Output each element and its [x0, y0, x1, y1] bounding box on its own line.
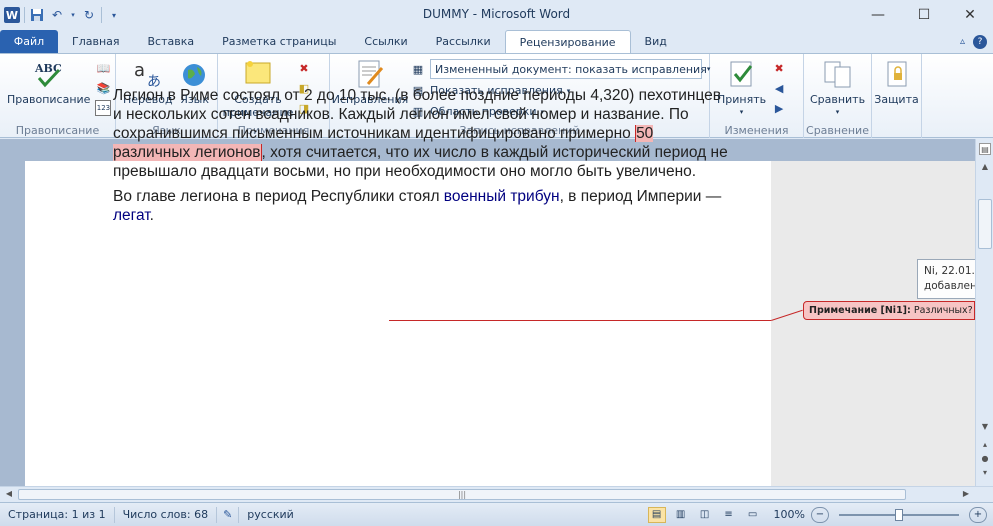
protect-button[interactable]: Защита	[871, 58, 921, 122]
display-for-review-select[interactable]: Измененный документ: показать исправлени…	[430, 59, 710, 79]
changes-small-buttons: ✖ ◀ ▶	[769, 58, 789, 122]
proofing-status[interactable]: ✎	[217, 506, 240, 523]
language-status[interactable]: русский	[239, 507, 302, 523]
tab-insert[interactable]: Вставка	[134, 30, 209, 53]
minimize-ribbon-icon[interactable]: ▵	[960, 36, 965, 47]
tab-home[interactable]: Главная	[58, 30, 134, 53]
tab-review[interactable]: Рецензирование	[504, 30, 631, 53]
redo-icon[interactable]: ↻	[81, 7, 97, 23]
full-screen-reading-icon[interactable]: ▥	[672, 507, 690, 523]
close-button[interactable]: ✕	[947, 0, 993, 30]
document-text[interactable]: Легион в Риме состоял от 2 до 10 тыс. (в…	[113, 86, 733, 231]
ruler-toggle-icon[interactable]: ▤	[979, 143, 991, 155]
display-for-review-icon: ▦	[412, 62, 424, 76]
page-count[interactable]: Страница: 1 из 1	[0, 506, 115, 523]
tab-mailings[interactable]: Рассылки	[422, 30, 505, 53]
markup-area	[771, 161, 975, 486]
qat-separator	[101, 7, 102, 23]
vertical-scrollbar[interactable]: ▤ ▲ ▼ ▴ ● ▾	[975, 139, 993, 486]
proofing-small-buttons: 📖 📚 123	[93, 58, 113, 122]
thesaurus-icon[interactable]: 📚	[95, 80, 111, 96]
group-compare: Сравнить ▾ Сравнение	[804, 54, 872, 138]
reject-icon[interactable]: ✖	[771, 60, 787, 76]
svg-text:a: a	[134, 60, 145, 81]
window-controls: — ☐ ✕	[855, 0, 993, 30]
quick-access-toolbar: W ↶ ▾ ↻ ▾	[0, 0, 122, 30]
status-bar-right: ▤ ▥ ◫ ≡ ▭ 100% − +	[647, 506, 993, 523]
tab-page-layout[interactable]: Разметка страницы	[208, 30, 350, 53]
comment-balloon[interactable]: Примечание [Ni1]: Различных?	[803, 301, 975, 320]
group-label-compare: Сравнение	[806, 124, 869, 137]
tab-references[interactable]: Ссылки	[350, 30, 421, 53]
compare-icon	[822, 58, 854, 90]
undo-icon[interactable]: ↶	[49, 7, 65, 23]
scroll-down-icon[interactable]: ▼	[979, 421, 991, 433]
previous-change-icon[interactable]: ◀	[771, 80, 787, 96]
group-proofing: ABC Правописание 📖 📚 123 Правописание	[0, 54, 116, 138]
ribbon-tab-right-controls: ▵ ?	[960, 30, 993, 53]
vertical-scroll-thumb[interactable]	[978, 199, 992, 249]
zoom-slider-knob[interactable]	[895, 508, 903, 521]
scroll-right-icon[interactable]: ▶	[960, 488, 972, 500]
proofing-check-icon: ✎	[223, 508, 233, 521]
display-for-review-row: ▦ Измененный документ: показать исправле…	[410, 59, 710, 79]
title-bar: W ↶ ▾ ↻ ▾ DUMMY - Microsoft Word — ☐ ✕	[0, 0, 993, 30]
save-icon[interactable]	[29, 7, 45, 23]
help-icon[interactable]: ?	[973, 34, 987, 49]
status-bar: Страница: 1 из 1 Число слов: 68 ✎ русски…	[0, 502, 993, 526]
zoom-slider[interactable]	[839, 508, 959, 521]
word-app-icon[interactable]: W	[4, 7, 20, 23]
horizontal-scrollbar[interactable]: ◀ ||| ▶	[0, 486, 993, 502]
next-page-icon[interactable]: ▾	[979, 467, 991, 479]
word-count[interactable]: Число слов: 68	[115, 506, 218, 523]
research-icon[interactable]: 📖	[95, 60, 111, 76]
accept-dropdown-icon: ▾	[739, 108, 744, 116]
spelling-icon: ABC	[33, 58, 65, 90]
tab-view[interactable]: Вид	[631, 30, 681, 53]
undo-dropdown-icon[interactable]: ▾	[69, 7, 77, 23]
protect-icon	[881, 58, 913, 90]
paragraph-2[interactable]: Во главе легиона в период Республики сто…	[113, 187, 733, 225]
group-protect: Защита	[872, 54, 922, 138]
delete-comment-icon[interactable]: ✖	[296, 60, 312, 76]
maximize-button[interactable]: ☐	[901, 0, 947, 30]
next-change-icon[interactable]: ▶	[771, 100, 787, 116]
legate-link[interactable]: легат	[113, 207, 150, 224]
paragraph-1[interactable]: Легион в Риме состоял от 2 до 10 тыс. (в…	[113, 86, 733, 181]
browse-object-icon[interactable]: ●	[979, 453, 991, 465]
previous-page-icon[interactable]: ▴	[979, 439, 991, 451]
zoom-level[interactable]: 100%	[774, 508, 805, 521]
military-tribune-link[interactable]: военный трибун	[444, 188, 560, 205]
web-layout-icon[interactable]: ◫	[696, 507, 714, 523]
qat-separator	[24, 7, 25, 23]
zoom-out-button[interactable]: −	[811, 506, 829, 523]
zoom-in-button[interactable]: +	[969, 506, 987, 523]
print-layout-view-icon[interactable]: ▤	[647, 506, 666, 523]
spelling-button[interactable]: ABC Правописание	[4, 58, 93, 122]
outline-view-icon[interactable]: ≡	[720, 507, 738, 523]
group-label-proofing: Правописание	[15, 124, 100, 137]
window-title: DUMMY - Microsoft Word	[422, 7, 571, 21]
compare-dropdown-icon: ▾	[835, 108, 840, 116]
compare-button[interactable]: Сравнить ▾	[807, 58, 868, 122]
customize-qat-icon[interactable]: ▾	[106, 7, 122, 23]
horizontal-scroll-thumb[interactable]: |||	[18, 489, 906, 500]
ribbon-tabs: Файл Главная Вставка Разметка страницы С…	[0, 30, 993, 53]
draft-view-icon[interactable]: ▭	[744, 507, 762, 523]
scroll-up-icon[interactable]: ▲	[979, 161, 991, 173]
word-count-icon[interactable]: 123	[95, 100, 112, 116]
comment-connector-line	[389, 320, 771, 321]
scroll-left-icon[interactable]: ◀	[3, 488, 15, 500]
minimize-button[interactable]: —	[855, 0, 901, 30]
tab-file[interactable]: Файл	[0, 30, 58, 53]
